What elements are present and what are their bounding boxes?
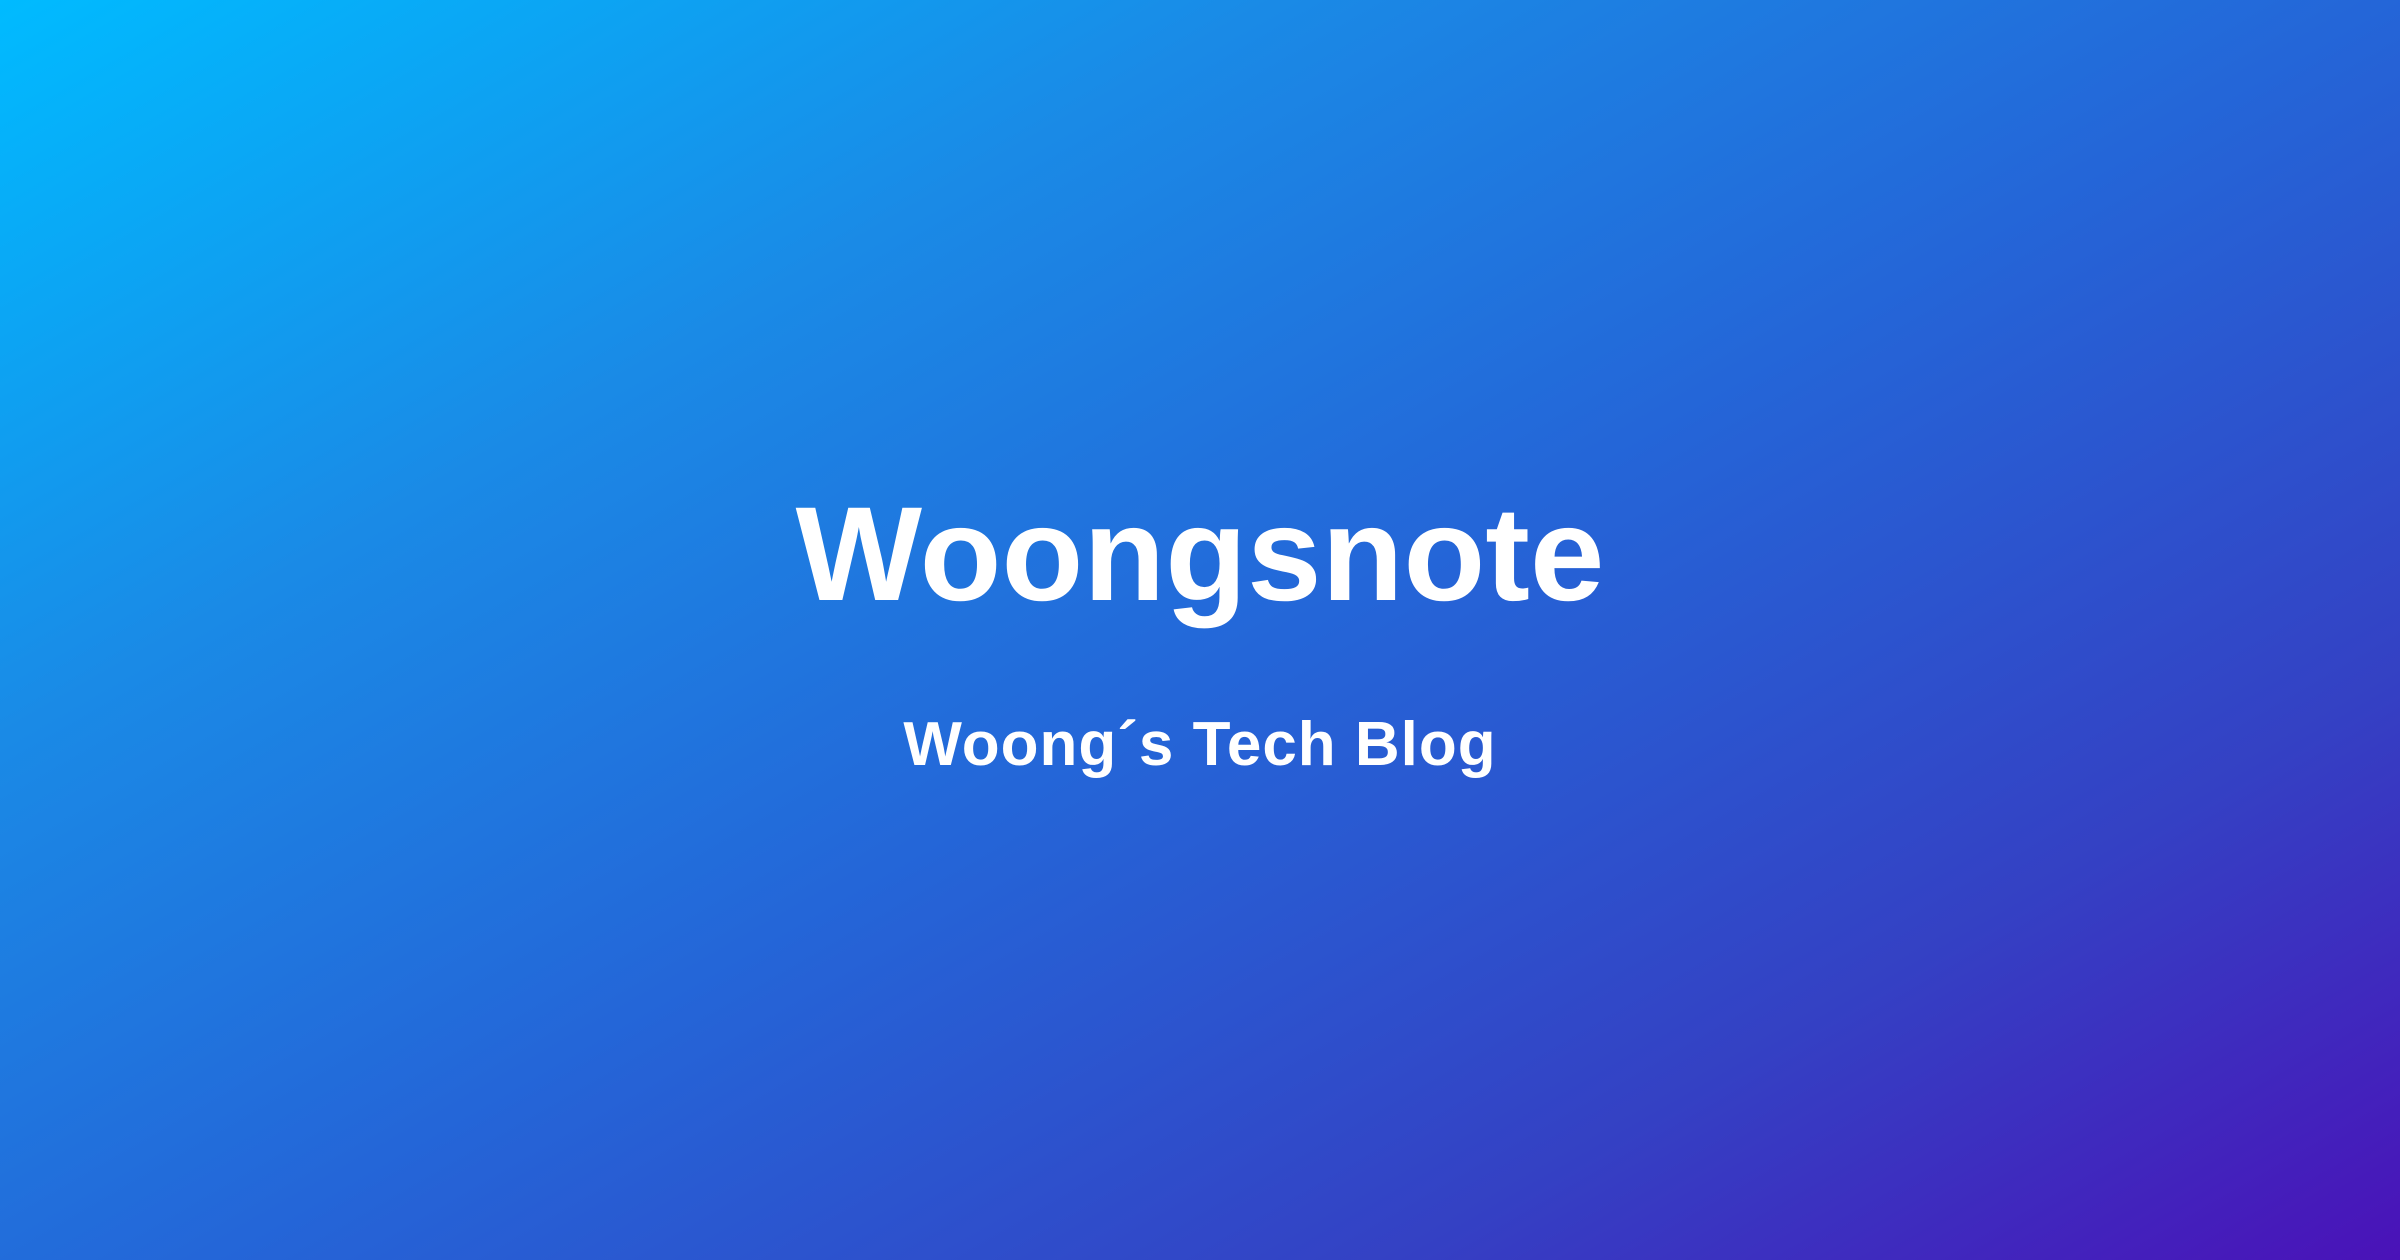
gradient-background — [0, 0, 2400, 1260]
site-subtitle: Woong´s Tech Blog — [903, 710, 1497, 779]
site-title: Woongsnote — [795, 480, 1605, 629]
